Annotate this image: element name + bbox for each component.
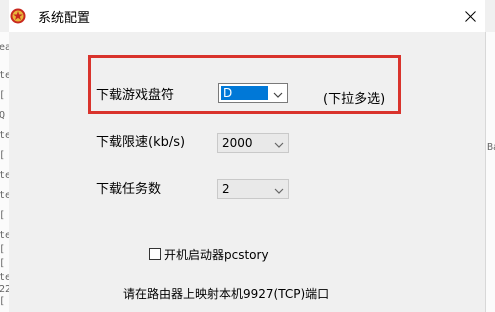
drive-label: 下载游戏盘符 (96, 88, 175, 103)
bg-text-fragment: [ (0, 296, 5, 307)
window-title: 系统配置 (38, 11, 91, 26)
bg-text-fragment: [ (0, 258, 5, 269)
speed-limit-label: 下载限速(kb/s) (96, 135, 186, 150)
speed-limit-select[interactable]: 2000 (217, 133, 289, 153)
close-icon (464, 7, 476, 26)
autostart-label: 开机启动器pcstory (164, 248, 269, 262)
drive-selected-value: D (221, 86, 268, 100)
task-count-label: 下载任务数 (96, 182, 162, 197)
port-mapping-note: 请在路由器上映射本机9927(TCP)端口 (123, 287, 330, 301)
chevron-down-icon (274, 184, 284, 198)
system-config-dialog: 系统配置 下载游戏盘符 D (下拉多选) 下载限速(kb/s) 2000 下载任… (9, 0, 485, 312)
drive-hint: (下拉多选) (323, 92, 386, 107)
autostart-checkbox[interactable] (149, 248, 161, 260)
bg-text-fragment: Ba (487, 142, 495, 153)
title-bar: 系统配置 (9, 0, 485, 32)
bg-text-fragment: [ (0, 90, 5, 101)
bg-text-fragment: Q (0, 110, 5, 121)
chevron-down-icon (273, 88, 283, 102)
task-count-select[interactable]: 2 (217, 179, 289, 199)
bg-text-fragment: [ (0, 210, 5, 221)
bg-text-fragment: [ (0, 244, 5, 255)
speed-limit-value: 2000 (222, 136, 253, 150)
app-emblem-icon (10, 8, 26, 24)
bg-text-fragment: [ (0, 150, 5, 161)
background-window-right: Ba (485, 32, 495, 312)
task-count-value: 2 (222, 182, 230, 196)
drive-select[interactable]: D (218, 83, 288, 103)
chevron-down-icon (274, 138, 284, 152)
close-button[interactable] (455, 0, 485, 32)
